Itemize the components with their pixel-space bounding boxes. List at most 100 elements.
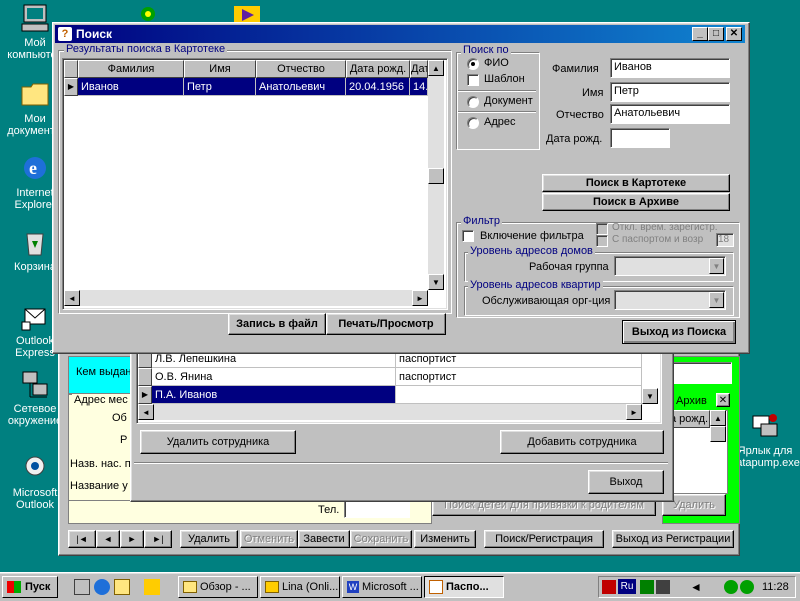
close-button[interactable]: ✕	[726, 27, 742, 41]
column-header-date-2[interactable]: Дата р	[410, 60, 428, 78]
desktop-icon-datapump[interactable]: Ярлык для datapump.exe	[730, 410, 800, 469]
temp-reg-checkbox[interactable]	[596, 223, 608, 235]
exit-search-button[interactable]: Выход из Поиска	[622, 320, 736, 344]
window-title: Поиск	[76, 27, 113, 41]
tray-network-icon[interactable]	[640, 580, 654, 594]
taskbar-item-label: Microsoft ...	[362, 581, 419, 593]
radio-document[interactable]	[467, 96, 479, 108]
radio-address[interactable]	[467, 117, 479, 129]
result-birth-date: 20.04.1956	[346, 78, 410, 96]
serving-org-select[interactable]: ▼	[614, 290, 726, 310]
add-employee-button[interactable]: Добавить сотрудника	[500, 430, 664, 454]
save-to-file-button[interactable]: Запись в файл	[228, 313, 326, 335]
search-registration-button[interactable]: Поиск/Регистрация	[484, 530, 604, 548]
maximize-button[interactable]: □	[708, 27, 724, 41]
tel-input[interactable]	[344, 500, 410, 518]
media-player-icon[interactable]	[232, 4, 262, 24]
employees-vscroll-down[interactable]: ▼	[642, 388, 658, 404]
tray-language-indicator[interactable]: Ru	[618, 579, 636, 594]
taskbar-item[interactable]: Обзор - ...	[178, 576, 258, 598]
nav-first-button[interactable]: |◄	[68, 530, 96, 548]
employee-name-cell: О.В. Янина	[152, 368, 396, 386]
first-name-input[interactable]: Петр	[610, 82, 730, 102]
filter-enable-checkbox[interactable]	[462, 230, 474, 242]
nav-last-button[interactable]: ►|	[144, 530, 172, 548]
internet-explorer-icon: e	[19, 152, 51, 184]
quicklaunch-outlook-icon[interactable]	[114, 579, 130, 595]
template-checkbox[interactable]	[467, 74, 479, 86]
cancel-button[interactable]: Отменить	[240, 530, 298, 548]
search-dialog-titlebar[interactable]: ? Поиск	[55, 25, 745, 43]
taskbar-item[interactable]: Lina (Onli...	[260, 576, 340, 598]
datapump-shortcut-icon	[749, 410, 781, 442]
nav-next-button[interactable]: ►	[120, 530, 144, 548]
column-header-last-name[interactable]: Фамилия	[78, 60, 184, 78]
employees-hscroll-right[interactable]: ►	[626, 404, 642, 420]
windows-logo-icon	[7, 581, 21, 593]
archive-tab[interactable]: Архив	[676, 395, 707, 407]
address-label: Адрес мес	[72, 394, 130, 406]
archive-scroll-thumb[interactable]	[710, 426, 726, 442]
quicklaunch-desktop-icon[interactable]	[74, 579, 90, 595]
r-label: Р	[120, 434, 128, 446]
column-header-birth-date[interactable]: Дата рожд.	[346, 60, 410, 78]
results-hscroll-track[interactable]	[80, 290, 412, 306]
start-button[interactable]: Пуск	[2, 576, 58, 598]
chat-icon	[265, 581, 279, 593]
delete-employee-button[interactable]: Удалить сотрудника	[140, 430, 296, 454]
results-hscroll-left[interactable]: ◄	[64, 290, 80, 306]
archive-scroll-up[interactable]: ▲	[710, 410, 726, 426]
radio-fio-label: ФИО	[484, 57, 509, 69]
search-archive-button[interactable]: Поиск в Архиве	[542, 193, 730, 211]
taskbar-item-label: Lina (Onli...	[282, 581, 339, 593]
search-by-separator-2	[458, 111, 536, 113]
column-header-first-name[interactable]: Имя	[184, 60, 256, 78]
employee-row-selected[interactable]: ▶ П.А. Иванов	[138, 386, 642, 404]
taskbar-item-active[interactable]: Паспо...	[424, 576, 504, 598]
employees-exit-button[interactable]: Выход	[588, 470, 664, 494]
search-cardfile-button[interactable]: Поиск в Картотеке	[542, 174, 730, 192]
create-button[interactable]: Завести	[298, 530, 350, 548]
with-passport-checkbox[interactable]	[596, 235, 608, 247]
tray-app-icon[interactable]	[602, 580, 616, 594]
quicklaunch-media-icon[interactable]	[144, 579, 160, 595]
results-vscroll-down[interactable]: ▼	[428, 274, 444, 290]
employees-hscroll-track[interactable]	[154, 404, 626, 420]
archive-input[interactable]	[668, 362, 732, 384]
nav-prev-button[interactable]: ◄	[96, 530, 120, 548]
result-row-selected[interactable]: ▶ Иванов Петр Анатольевич 20.04.1956 14.…	[64, 78, 428, 96]
results-vscroll-up[interactable]: ▲	[428, 60, 444, 76]
filter-group-label: Фильтр	[461, 215, 502, 227]
archive-close-button[interactable]: ✕	[716, 393, 730, 407]
flower-icon[interactable]	[136, 4, 160, 24]
radio-fio[interactable]	[467, 58, 479, 70]
first-name-label: Имя	[582, 87, 604, 99]
minimize-button[interactable]: _	[692, 27, 708, 41]
results-vscroll-thumb[interactable]	[428, 168, 444, 184]
taskbar-item[interactable]: W Microsoft ...	[342, 576, 422, 598]
middle-name-input[interactable]: Анатольевич	[610, 104, 730, 124]
tray-volume-icon[interactable]: ◄	[690, 580, 704, 594]
search-by-group-label: Поиск по	[461, 44, 511, 56]
column-header-middle-name[interactable]: Отчество	[256, 60, 346, 78]
work-group-label: Рабочая группа	[529, 261, 609, 273]
exit-registration-button[interactable]: Выход из Регистрации	[612, 530, 734, 548]
print-preview-button[interactable]: Печать/Просмотр	[326, 313, 446, 335]
row-indicator	[138, 368, 152, 386]
results-hscroll-right[interactable]: ►	[412, 290, 428, 306]
last-name-input[interactable]: Иванов	[610, 58, 730, 78]
employee-row[interactable]: О.В. Янина паспортист	[138, 368, 642, 386]
delete-button[interactable]: Удалить	[180, 530, 238, 548]
tray-flower-icon[interactable]	[724, 580, 738, 594]
employees-hscroll-left[interactable]: ◄	[138, 404, 154, 420]
tray-monitor-icon[interactable]	[656, 580, 670, 594]
change-button[interactable]: Изменить	[414, 530, 476, 548]
save-button[interactable]: Сохранить	[350, 530, 412, 548]
tray-flower-icon-2[interactable]	[740, 580, 754, 594]
kem-vydan-label: Кем выдан	[76, 366, 132, 378]
desktop-icon-label: Корзина	[14, 261, 56, 273]
age-input[interactable]: 18	[716, 233, 734, 247]
birth-date-input[interactable]	[610, 128, 670, 148]
quicklaunch-ie-icon[interactable]	[94, 579, 110, 595]
work-group-select[interactable]: ▼	[614, 256, 726, 276]
